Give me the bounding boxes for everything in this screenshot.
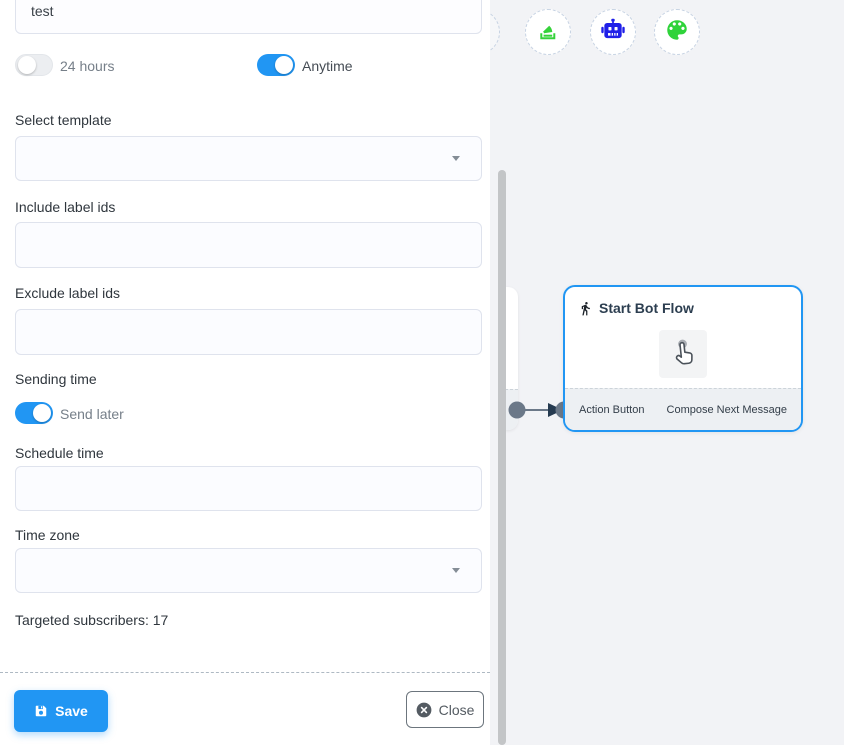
include-label-ids-input[interactable] xyxy=(15,222,482,268)
anytime-toggle[interactable] xyxy=(257,54,295,76)
hand-pointer-icon xyxy=(668,337,698,371)
exclude-label-ids-label: Exclude label ids xyxy=(15,284,120,302)
stack-icon xyxy=(536,18,560,47)
targeted-subscribers-text: Targeted subscribers: 17 xyxy=(15,611,168,629)
robot-icon xyxy=(600,17,626,48)
send-later-label: Send later xyxy=(60,406,124,422)
save-icon xyxy=(34,704,48,718)
node-header: Start Bot Flow xyxy=(578,300,694,316)
campaign-name-input[interactable] xyxy=(15,0,482,34)
save-button[interactable]: Save xyxy=(14,690,108,732)
node-title: Start Bot Flow xyxy=(599,300,694,316)
toolbar-item-palette[interactable] xyxy=(654,9,700,55)
chevron-down-icon xyxy=(452,568,460,573)
select-template-label: Select template xyxy=(15,111,112,129)
close-circle-icon xyxy=(416,702,432,718)
toggle-knob xyxy=(18,56,36,74)
send-later-toggle[interactable] xyxy=(15,402,53,424)
toggle-knob xyxy=(33,404,51,422)
close-button[interactable]: Close xyxy=(406,691,484,728)
exclude-label-ids-input[interactable] xyxy=(15,309,482,355)
close-button-label: Close xyxy=(439,702,475,718)
24-hours-toggle[interactable] xyxy=(15,54,53,76)
sending-time-label: Sending time xyxy=(15,370,97,388)
toolbar-item-bot[interactable] xyxy=(590,9,636,55)
node-footer: Action Button Compose Next Message xyxy=(565,388,801,430)
app-root: Start Bot Flow Action Button Compose Nex… xyxy=(0,0,844,745)
footer-divider xyxy=(0,672,490,673)
toolbar-item-stack[interactable] xyxy=(525,9,571,55)
toggle-knob xyxy=(275,56,293,74)
tap-placeholder[interactable] xyxy=(659,330,707,378)
action-button-label[interactable]: Action Button xyxy=(579,404,644,416)
compose-next-message-label[interactable]: Compose Next Message xyxy=(667,404,787,416)
palette-icon xyxy=(664,17,690,48)
schedule-time-input[interactable] xyxy=(15,466,482,511)
24-hours-label: 24 hours xyxy=(60,58,114,74)
settings-panel: 24 hours Anytime Select template Include… xyxy=(0,0,490,745)
anytime-label: Anytime xyxy=(302,58,353,74)
scrollbar-thumb[interactable] xyxy=(498,170,506,745)
flow-canvas[interactable]: Start Bot Flow Action Button Compose Nex… xyxy=(490,0,844,745)
schedule-time-label: Schedule time xyxy=(15,444,104,462)
chevron-down-icon xyxy=(452,156,460,161)
include-label-ids-label: Include label ids xyxy=(15,198,115,216)
time-zone-label: Time zone xyxy=(15,526,80,544)
template-select[interactable] xyxy=(15,136,482,181)
time-zone-select[interactable] xyxy=(15,548,482,593)
save-button-label: Save xyxy=(55,703,88,719)
source-port xyxy=(509,402,526,419)
start-bot-flow-node[interactable]: Start Bot Flow Action Button Compose Nex… xyxy=(563,285,803,432)
walking-person-icon xyxy=(578,301,593,316)
